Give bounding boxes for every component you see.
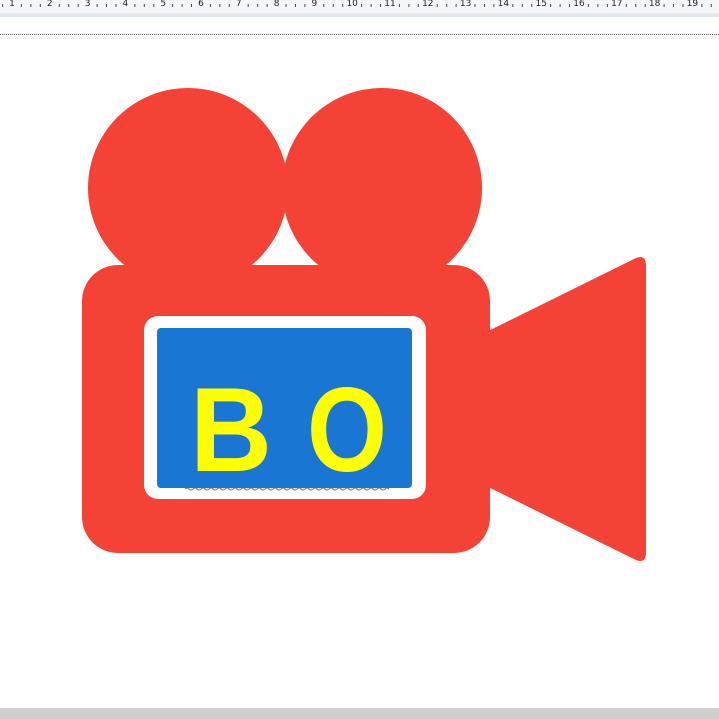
horizontal-scrollbar[interactable] — [0, 708, 719, 719]
video-camera-logo-icon[interactable]: B O — [82, 88, 646, 561]
camera-reel-left — [88, 88, 288, 288]
logo-letter-b: B — [190, 363, 272, 497]
camera-lens — [470, 257, 646, 561]
camera-reel-right — [282, 88, 482, 288]
logo-letter-o: O — [307, 363, 387, 497]
document-canvas: B O — [82, 88, 646, 561]
